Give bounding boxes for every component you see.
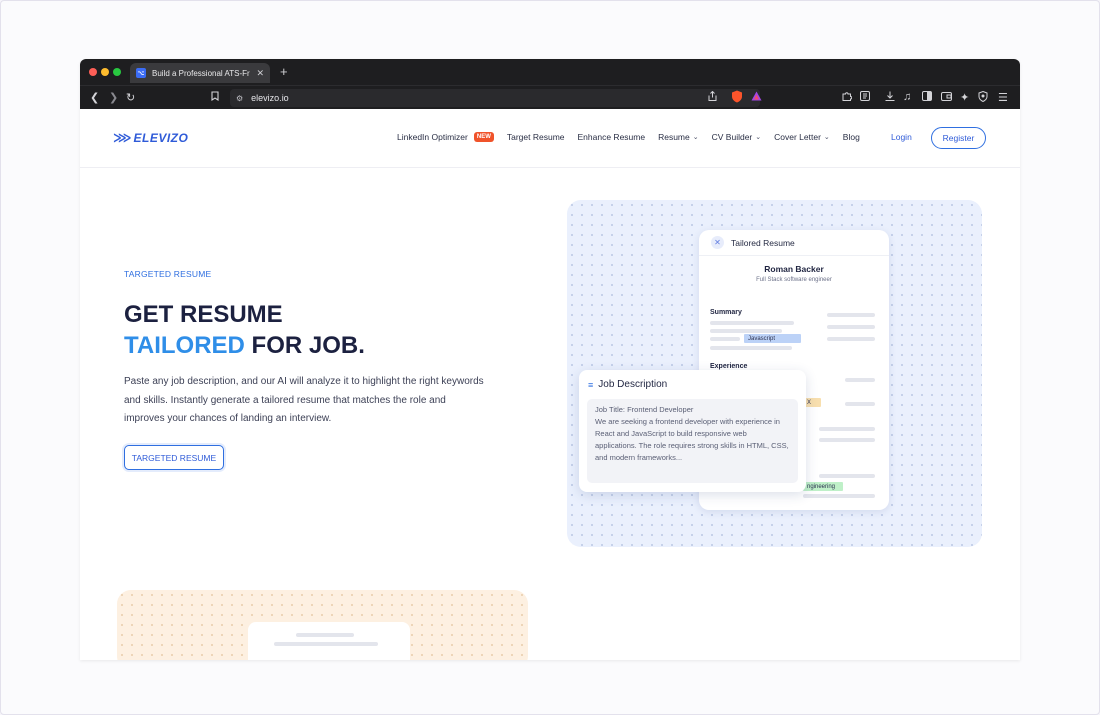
extensions-puzzle-icon[interactable]	[842, 91, 853, 104]
text-line	[827, 313, 875, 317]
text-line	[827, 325, 875, 329]
hero-description: Paste any job description, and our AI wi…	[124, 376, 484, 424]
resume-section-summary: Summary	[710, 309, 742, 316]
nav-cv-builder[interactable]: CV Builder ⌄	[712, 132, 762, 142]
download-icon[interactable]	[885, 91, 895, 104]
nav-blog[interactable]: Blog	[843, 132, 860, 142]
site-settings-icon[interactable]: ⚙	[236, 94, 243, 103]
minimize-window-button[interactable]	[101, 68, 109, 76]
text-line	[827, 337, 875, 341]
highlight-javascript: Javascript	[744, 334, 801, 343]
resume-card-title: Tailored Resume	[731, 237, 795, 248]
site-header: ⋙ ELEVIZO LinkedIn Optimizer NEW Target …	[80, 109, 1020, 168]
highlight-engineering: ngineering	[803, 482, 843, 491]
resume-name: Roman Backer	[764, 264, 824, 274]
rewards-triangle-icon[interactable]	[751, 91, 762, 104]
list-icon: ≡	[588, 379, 594, 390]
address-bar[interactable]: ⚙ elevizo.io	[230, 89, 760, 107]
leo-ai-icon[interactable]: ✦	[960, 91, 969, 104]
text-line	[819, 438, 875, 442]
browser-tab[interactable]: ⌥ Build a Professional ATS-Frien ✕	[130, 63, 270, 83]
nav-link-label: Enhance Resume	[577, 132, 646, 142]
music-icon[interactable]: ♫	[903, 91, 911, 103]
nav-cover-letter[interactable]: Cover Letter ⌄	[774, 132, 830, 142]
preview-card	[248, 622, 410, 660]
text-line	[819, 427, 875, 431]
resume-role: Full Stack software engineer	[756, 277, 832, 283]
nav-link-label: LinkedIn Optimizer	[397, 132, 468, 142]
new-tab-icon[interactable]: +	[280, 64, 288, 79]
targeted-resume-button[interactable]: TARGETED RESUME	[124, 445, 224, 470]
logo-text: ELEVIZO	[133, 131, 189, 145]
text-line	[274, 642, 378, 646]
text-line	[803, 494, 875, 498]
nav-linkedin-optimizer[interactable]: LinkedIn Optimizer NEW	[397, 132, 494, 142]
text-line	[296, 633, 354, 637]
vpn-shield-icon[interactable]	[978, 90, 988, 105]
page-content: ⋙ ELEVIZO LinkedIn Optimizer NEW Target …	[80, 109, 1020, 660]
reader-icon[interactable]	[860, 91, 870, 104]
tab-close-icon[interactable]: ✕	[256, 68, 264, 79]
job-card-header: ≡ Job Description	[588, 379, 667, 390]
job-description-text: Job Title: Frontend Developer We are see…	[587, 399, 798, 483]
logo-wings-icon: ⋙	[113, 130, 132, 145]
chevron-down-icon: ⌄	[692, 134, 699, 141]
browser-window: ⌥ Build a Professional ATS-Frien ✕ + ❮ ❯…	[80, 59, 1020, 660]
resume-card-header: ✕ Tailored Resume	[699, 230, 889, 256]
nav-link-label: Blog	[842, 132, 860, 142]
bookmark-icon[interactable]	[211, 91, 219, 104]
text-line	[710, 346, 792, 350]
back-icon[interactable]: ❮	[90, 91, 99, 104]
share-icon[interactable]	[708, 90, 717, 104]
headline-line-2: TAILORED FOR JOB.	[124, 330, 365, 361]
chevron-down-icon: ⌄	[755, 134, 762, 141]
nav-link-label: Resume	[658, 132, 690, 142]
tab-title: Build a Professional ATS-Frien	[152, 68, 251, 78]
forward-icon[interactable]: ❯	[109, 91, 118, 104]
nav-target-resume[interactable]: Target Resume	[507, 132, 565, 142]
next-section-illustration	[117, 590, 528, 660]
browser-toolbar: ❮ ❯ ↻ ⚙ elevizo.io ♫ ✦ ☰	[80, 85, 1020, 109]
shield-brave-icon[interactable]	[731, 90, 743, 106]
text-line	[710, 321, 794, 325]
main-nav: LinkedIn Optimizer NEW Target Resume Enh…	[397, 132, 860, 142]
nav-link-label: CV Builder	[711, 132, 753, 142]
hero-headline: GET RESUME TAILORED FOR JOB.	[124, 299, 365, 361]
logo[interactable]: ⋙ ELEVIZO	[113, 130, 188, 146]
resume-section-experience: Experience	[710, 363, 748, 370]
menu-icon[interactable]: ☰	[998, 91, 1008, 104]
text-line	[819, 474, 875, 478]
close-window-button[interactable]	[89, 68, 97, 76]
headline-accent: TAILORED	[124, 332, 245, 359]
login-link[interactable]: Login	[891, 132, 912, 142]
job-card-title: Job Description	[598, 379, 668, 390]
headline-line-1: GET RESUME	[124, 301, 283, 328]
new-badge: NEW	[473, 132, 494, 142]
tab-bar: ⌥ Build a Professional ATS-Frien ✕ +	[80, 59, 1020, 85]
wallet-icon[interactable]	[941, 91, 952, 104]
url-text: elevizo.io	[251, 93, 289, 103]
hero-illustration: ✕ Tailored Resume Roman Backer Full Stac…	[567, 200, 982, 547]
sidebar-icon[interactable]	[922, 91, 932, 104]
chevron-down-icon: ⌄	[823, 134, 830, 141]
favicon-icon: ⌥	[136, 68, 146, 78]
text-line	[845, 378, 875, 382]
register-button[interactable]: Register	[931, 127, 986, 149]
nav-enhance-resume[interactable]: Enhance Resume	[578, 132, 646, 142]
close-icon: ✕	[711, 236, 724, 249]
hero-eyebrow: TARGETED RESUME	[124, 269, 212, 279]
maximize-window-button[interactable]	[113, 68, 121, 76]
text-line	[845, 402, 875, 406]
text-line	[710, 329, 782, 333]
nav-link-label: Target Resume	[506, 132, 565, 142]
job-description-card: ≡ Job Description Job Title: Frontend De…	[579, 370, 806, 492]
text-line	[710, 337, 740, 341]
headline-rest: FOR JOB.	[244, 332, 365, 359]
reload-icon[interactable]: ↻	[126, 91, 135, 104]
nav-resume[interactable]: Resume ⌄	[658, 132, 699, 142]
nav-link-label: Cover Letter	[774, 132, 821, 142]
